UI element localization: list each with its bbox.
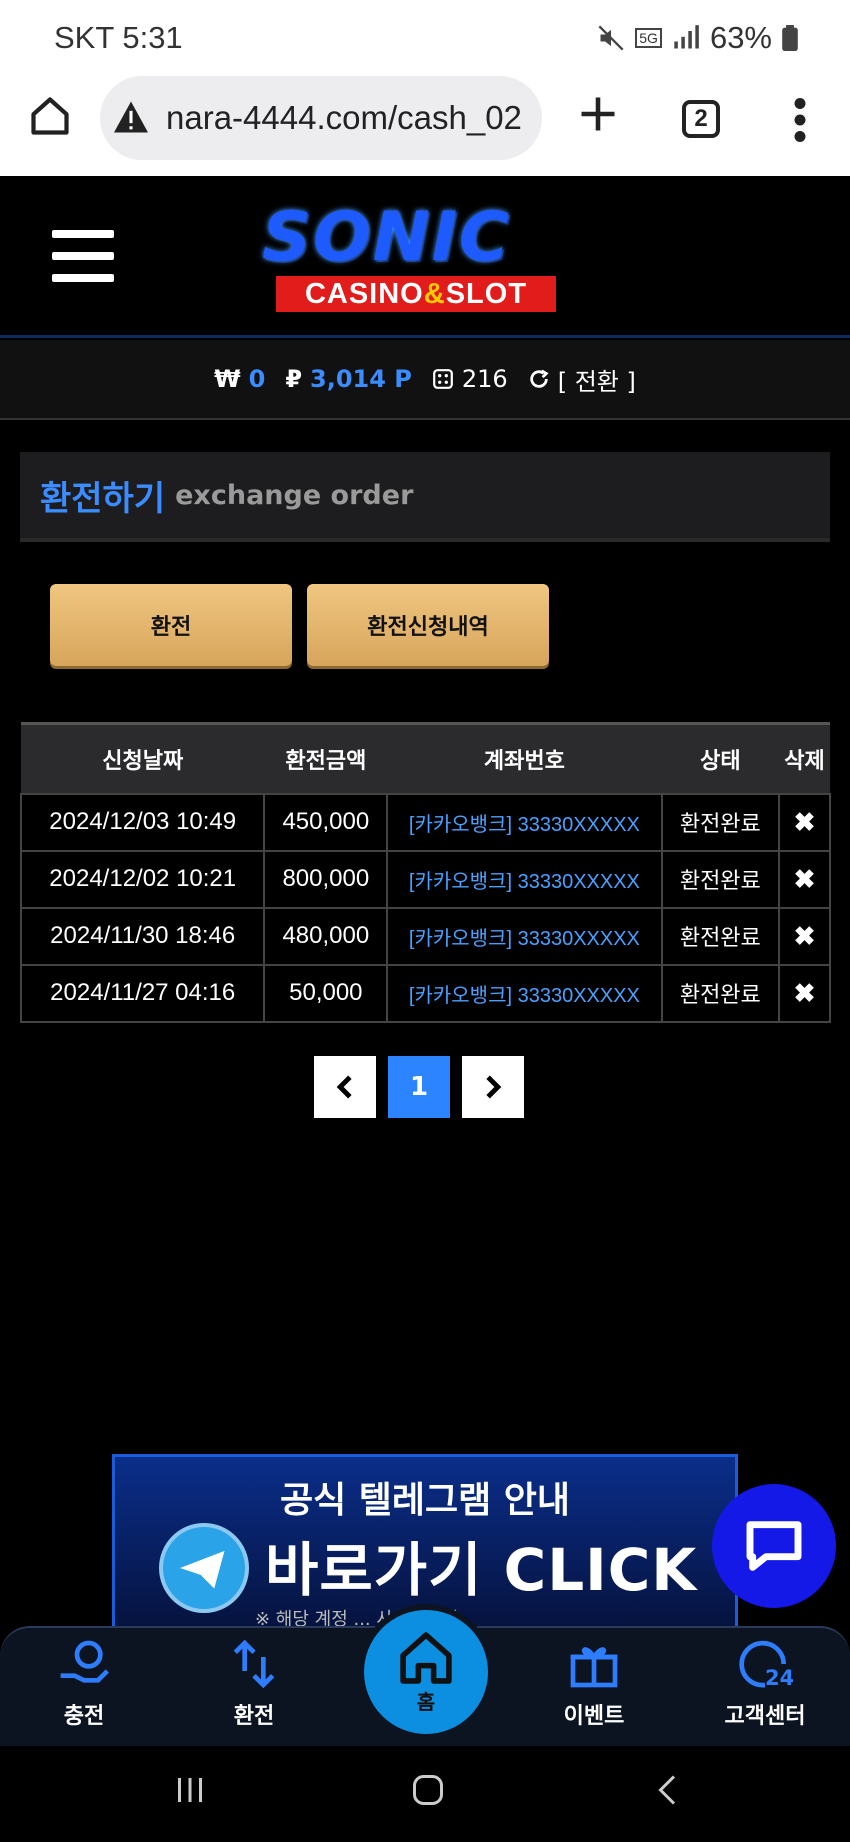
header-amount: 환전금액 — [264, 722, 388, 794]
wallet-info-bar: ₩ 0 ₽ 3,014 P 216 [ 전환 ] — [0, 340, 850, 420]
section-title: 환전하기 exchange order — [20, 452, 830, 542]
carrier-time: SKT 5:31 — [54, 20, 183, 55]
exchange-icon — [233, 1639, 275, 1689]
cell-account: [카카오뱅크] 33330XXXXX — [386, 906, 663, 966]
gift-icon — [570, 1647, 618, 1688]
pagination: 1 — [314, 1056, 524, 1118]
banner-title: 공식 텔레그램 안내 — [279, 1480, 571, 1521]
cell-amount: 450,000 — [263, 792, 389, 852]
point-icon: ₽ — [285, 365, 303, 393]
logo-sub-text: CASINO & SLOT — [276, 276, 556, 312]
table-row: 2024/11/27 04:16 50,000 [카카오뱅크] 33330XXX… — [19, 963, 831, 1023]
delete-icon[interactable]: ✖ — [778, 792, 831, 852]
point-balance: ₽ 3,014 P — [285, 365, 412, 393]
table-row: 2024/12/02 10:21 800,000 [카카오뱅크] 33330XX… — [19, 849, 831, 909]
svg-text:24: 24 — [765, 1666, 793, 1690]
network-icon: 5G — [635, 28, 662, 48]
site-logo[interactable]: SONIC CASINO & SLOT — [240, 198, 590, 313]
cell-status: 환전완료 — [660, 849, 781, 909]
support-24-icon: 24 — [739, 1640, 793, 1690]
delete-icon[interactable]: ✖ — [778, 906, 831, 966]
cell-status: 환전완료 — [660, 906, 781, 966]
table-row: 2024/12/03 10:49 450,000 [카카오뱅크] 33330XX… — [19, 792, 831, 852]
convert-button[interactable]: [ 전환 ] — [528, 362, 636, 397]
url-bar[interactable]: nara-4444.com/cash_02 — [100, 76, 542, 160]
hamburger-menu-icon[interactable] — [52, 230, 114, 296]
nav-home[interactable]: 홈 — [358, 1604, 494, 1740]
signal-icon — [674, 25, 699, 49]
section-title-en: exchange order — [175, 479, 414, 511]
won-icon: ₩ — [214, 365, 241, 393]
chat-button[interactable] — [712, 1484, 836, 1608]
next-page-button[interactable] — [462, 1056, 524, 1118]
home-icon — [400, 1631, 452, 1684]
header-date: 신청날짜 — [21, 722, 265, 794]
back-icon[interactable] — [650, 1772, 686, 1812]
browser-toolbar: nara-4444.com/cash_02 2 — [0, 72, 850, 176]
chevron-right-icon — [486, 1075, 502, 1099]
charge-icon — [60, 1640, 109, 1683]
more-menu-icon[interactable] — [792, 98, 808, 146]
section-title-ko: 환전하기 — [40, 478, 166, 519]
cell-status: 환전완료 — [660, 963, 781, 1023]
cell-date: 2024/11/27 04:16 — [19, 963, 266, 1023]
cell-amount: 480,000 — [263, 906, 389, 966]
exchange-history-button[interactable]: 환전신청내역 — [307, 584, 549, 666]
telegram-icon — [159, 1523, 249, 1613]
nav-event[interactable]: 이벤트 — [534, 1638, 654, 1730]
bottom-navigation: 충전 환전 홈 이벤트 24 고객센터 — [0, 1604, 850, 1746]
prev-page-button[interactable] — [314, 1056, 376, 1118]
cell-date: 2024/11/30 18:46 — [19, 906, 266, 966]
mute-icon — [598, 25, 624, 51]
warning-icon[interactable] — [112, 100, 150, 138]
cell-status: 환전완료 — [660, 792, 781, 852]
exchange-history-table: 신청날짜 환전금액 계좌번호 상태 삭제 2024/12/03 10:49 45… — [19, 722, 831, 1023]
table-header-row: 신청날짜 환전금액 계좌번호 상태 삭제 — [21, 722, 830, 794]
delete-icon[interactable]: ✖ — [778, 849, 831, 909]
battery-percent: 63% — [709, 20, 772, 55]
cell-date: 2024/12/02 10:21 — [19, 849, 266, 909]
home-nav-icon[interactable] — [410, 1772, 446, 1812]
cell-amount: 800,000 — [263, 849, 389, 909]
page-number-button[interactable]: 1 — [388, 1056, 450, 1118]
exchange-button[interactable]: 환전 — [50, 584, 292, 666]
cell-account: [카카오뱅크] 33330XXXXX — [386, 963, 663, 1023]
nav-charge[interactable]: 충전 — [24, 1638, 144, 1730]
browser-home-icon[interactable] — [28, 94, 72, 142]
nav-exchange[interactable]: 환전 — [194, 1638, 314, 1730]
table-row: 2024/11/30 18:46 480,000 [카카오뱅크] 33330XX… — [19, 906, 831, 966]
url-text: nara-4444.com/cash_02 — [166, 99, 522, 136]
battery-icon — [782, 25, 798, 51]
won-balance: ₩ 0 — [214, 365, 266, 393]
chevron-left-icon — [336, 1075, 352, 1099]
refresh-icon — [530, 369, 549, 388]
cell-amount: 50,000 — [263, 963, 389, 1023]
header-delete: 삭제 — [779, 722, 830, 794]
header-status: 상태 — [661, 722, 780, 794]
new-tab-icon[interactable] — [576, 92, 620, 140]
nav-support[interactable]: 24 고객센터 — [705, 1638, 825, 1730]
cell-date: 2024/12/03 10:49 — [19, 792, 266, 852]
site-header: SONIC CASINO & SLOT — [0, 176, 850, 338]
chip-balance: 216 — [432, 365, 508, 393]
status-bar: SKT 5:31 5G 63% — [0, 0, 850, 72]
cell-account: [카카오뱅크] 33330XXXXX — [386, 792, 663, 852]
chat-bubble-icon — [746, 1521, 802, 1571]
cell-account: [카카오뱅크] 33330XXXXX — [386, 849, 663, 909]
delete-icon[interactable]: ✖ — [778, 963, 831, 1023]
dice-icon — [432, 369, 453, 389]
system-navigation — [0, 1746, 850, 1842]
header-account: 계좌번호 — [387, 722, 662, 794]
logo-main-text: SONIC — [262, 198, 511, 277]
banner-cta: 바로가기 CLICK — [265, 1536, 698, 1604]
recent-apps-icon[interactable] — [172, 1772, 208, 1812]
tab-count-button[interactable]: 2 — [682, 100, 720, 138]
